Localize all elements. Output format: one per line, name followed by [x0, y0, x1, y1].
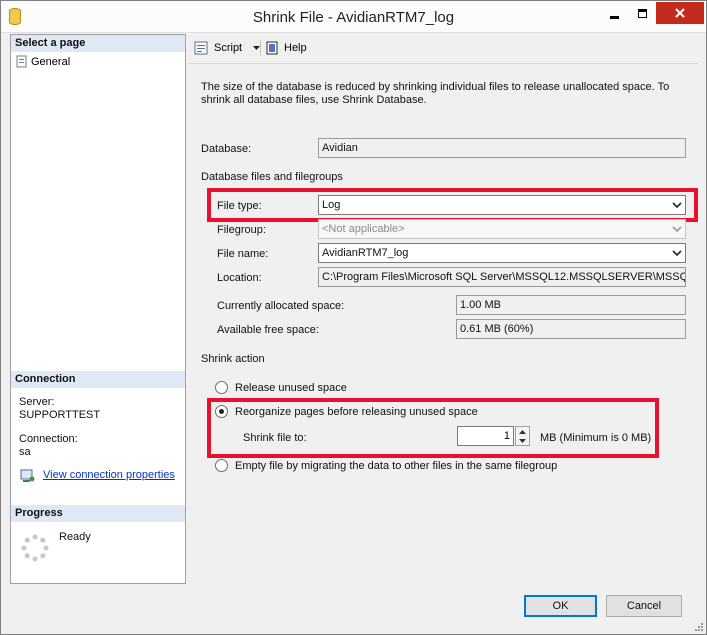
shrink-action-label: Shrink action [201, 353, 265, 365]
help-button[interactable]: Help [266, 41, 307, 55]
release-unused-radio[interactable] [215, 381, 228, 394]
file-name-select[interactable]: AvidianRTM7_log [318, 243, 686, 263]
empty-file-option[interactable]: Empty file by migrating the data to othe… [215, 459, 557, 472]
connection-header: Connection [11, 371, 185, 388]
description-text: The size of the database is reduced by s… [201, 81, 670, 106]
page-icon [16, 55, 27, 68]
minimize-button[interactable] [600, 2, 628, 24]
progress-status: Ready [59, 531, 91, 543]
server-value: SUPPORTTEST [19, 409, 101, 421]
database-label: Database: [201, 143, 252, 155]
server-label: Server: [19, 396, 55, 408]
maximize-button[interactable] [628, 2, 656, 24]
location-field[interactable]: C:\Program Files\Microsoft SQL Server\MS… [318, 267, 686, 287]
file-name-label: File name: [217, 248, 269, 260]
file-type-highlight [207, 188, 698, 222]
script-button[interactable]: Script [194, 41, 261, 55]
title-bar[interactable]: Shrink File - AvidianRTM7_log [1, 1, 706, 33]
toolbar: Script Help [188, 34, 698, 64]
release-unused-label: Release unused space [235, 381, 347, 394]
release-unused-option[interactable]: Release unused space [215, 381, 347, 394]
empty-file-label: Empty file by migrating the data to othe… [235, 459, 558, 472]
view-connection-properties-link[interactable]: View connection properties [43, 469, 175, 481]
minimize-icon [609, 15, 619, 19]
database-field: Avidian [318, 138, 686, 158]
file-name-value: AvidianRTM7_log [322, 247, 409, 259]
connection-value: sa [19, 446, 31, 458]
allocated-space-value: 1.00 MB [456, 295, 686, 315]
files-group-label: Database files and filegroups [201, 171, 343, 183]
connection-properties-icon [20, 469, 35, 482]
toolbar-separator [260, 40, 261, 56]
progress-spinner-icon [21, 534, 49, 562]
progress-header: Progress [11, 505, 185, 522]
chevron-down-icon [672, 250, 682, 257]
free-space-value: 0.61 MB (60%) [456, 319, 686, 339]
ok-button[interactable]: OK [524, 595, 597, 617]
reorganize-highlight [207, 398, 659, 458]
script-icon [194, 41, 208, 55]
close-icon [675, 8, 685, 18]
select-page-header: Select a page [11, 35, 185, 52]
main-panel: Script Help The size of the database is … [188, 34, 698, 584]
help-icon [266, 41, 278, 55]
maximize-icon [637, 8, 647, 18]
help-label: Help [284, 42, 307, 54]
filegroup-label: Filegroup: [217, 224, 266, 236]
chevron-down-icon [672, 226, 682, 233]
filegroup-value: <Not applicable> [322, 223, 405, 235]
shrink-file-dialog: Shrink File - AvidianRTM7_log Select a p… [0, 0, 707, 635]
script-label: Script [214, 42, 243, 54]
close-button[interactable] [656, 2, 704, 24]
filegroup-select[interactable]: <Not applicable> [318, 219, 686, 239]
page-item-label: General [31, 55, 71, 68]
left-panel: Select a page General Connection Server:… [10, 34, 186, 584]
empty-file-radio[interactable] [215, 459, 228, 472]
cancel-button[interactable]: Cancel [606, 595, 682, 617]
allocated-space-label: Currently allocated space: [217, 300, 345, 312]
location-label: Location: [217, 272, 262, 284]
connection-label: Connection: [19, 433, 78, 445]
free-space-label: Available free space: [217, 324, 319, 336]
resize-grip-icon[interactable] [693, 621, 703, 631]
page-item-general[interactable]: General [15, 54, 70, 69]
